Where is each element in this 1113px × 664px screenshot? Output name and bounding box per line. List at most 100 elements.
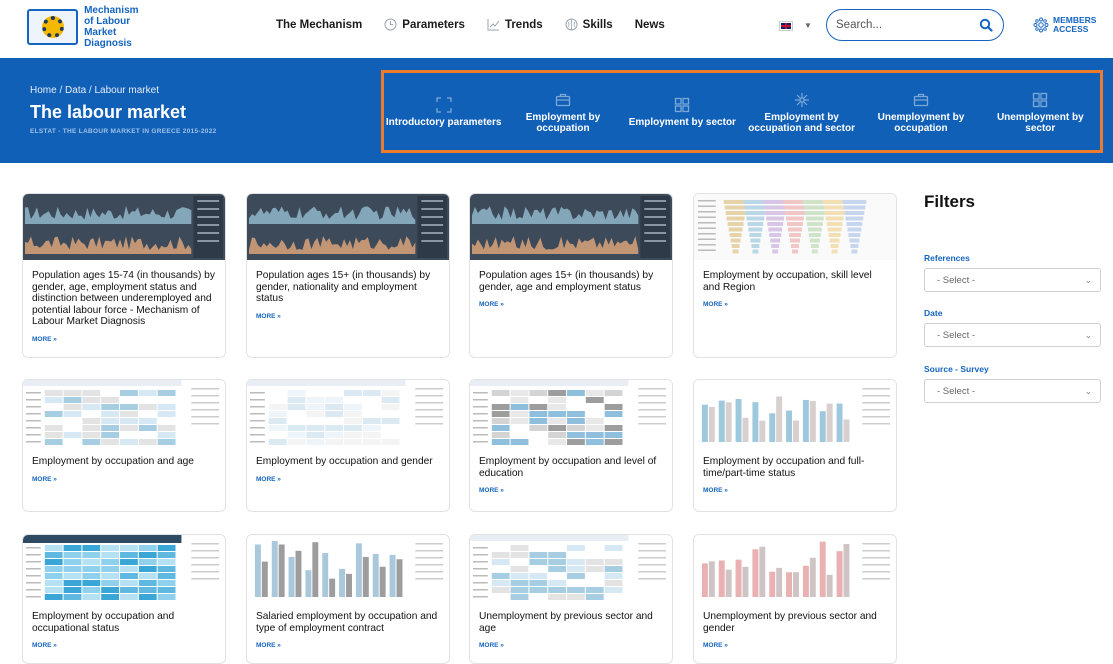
card-title: Employment by occupation and level of ed… [479,456,657,479]
references-select[interactable]: - Select - ⌄ [924,268,1101,292]
search-icon[interactable] [979,18,993,32]
category-label: Employment by sector [628,117,736,128]
more-link[interactable]: MORE » [247,634,449,649]
expand-icon [436,97,452,113]
thumbnail [694,194,896,260]
page-subtitle: ELSTAT - THE LABOUR MARKET IN GREECE 201… [30,128,217,135]
search-input[interactable] [836,19,979,31]
briefcase-icon [913,93,929,106]
more-link[interactable]: MORE » [470,634,672,649]
more-link[interactable]: MORE » [694,479,896,494]
category-label: Introductory parameters [385,117,502,128]
breadcrumb-home[interactable]: Home [30,85,57,96]
category-label: Unemployment by occupation [877,111,965,134]
more-link[interactable]: MORE » [694,634,896,649]
card-title: Employment by occupation and age [32,456,194,467]
thumbnail [23,194,225,260]
clock-icon [384,18,397,31]
nav-label: Trends [504,18,543,31]
nav-label: News [634,18,665,31]
thumbnail [470,380,672,446]
category-label: Employment by occupation [525,111,601,134]
site-logo[interactable]: Mechanism of Labour Market Diagnosis [27,4,162,50]
site-header: Mechanism of Labour Market Diagnosis The… [0,0,1113,56]
nav-label: The Mechanism [276,18,363,31]
members-access-button[interactable]: MEMBERS ACCESS [1033,16,1096,34]
filter-label-source-survey: Source - Survey [924,364,989,374]
breadcrumb: Home / Data / Labour market [30,85,159,96]
chevron-down-icon: ⌄ [1084,385,1092,396]
category-employment-by-sector[interactable]: Employment by sector [623,95,742,128]
thumbnail [470,194,672,260]
dataset-card[interactable]: Employment by occupation, skill level an… [693,193,897,358]
uk-flag-icon [779,20,793,31]
card-title: Employment by occupation, skill level an… [703,270,872,293]
category-unemployment-by-occupation[interactable]: Unemployment by occupation [861,90,980,134]
category-introductory-parameters[interactable]: Introductory parameters [384,95,503,128]
dataset-card[interactable]: Population ages 15-74 (in thousands) by … [22,193,226,358]
card-title: Salaried employment by occupation and ty… [256,611,438,634]
trend-icon [487,18,500,31]
breadcrumb-data[interactable]: Data [65,85,86,96]
grid-icon [675,97,690,113]
more-link[interactable]: MORE » [694,293,896,308]
select-value: - Select - [937,274,976,286]
dataset-card[interactable]: Employment by occupation and gender MORE… [246,379,450,512]
dataset-card[interactable]: Unemployment by previous sector and gend… [693,534,897,664]
network-icon [794,92,809,107]
more-link[interactable]: MORE » [23,634,225,649]
card-title: Employment by occupation and full-time/p… [703,456,865,479]
select-value: - Select - [937,329,976,341]
brain-icon [565,18,578,31]
dataset-card[interactable]: Unemployment by previous sector and age … [469,534,673,664]
more-link[interactable]: MORE » [23,468,225,483]
card-title: Employment by occupation and occupationa… [32,611,175,634]
dataset-card[interactable]: Salaried employment by occupation and ty… [246,534,450,664]
more-link[interactable]: MORE » [247,305,449,320]
dataset-card[interactable]: Population ages 15+ (in thousands) by ge… [246,193,450,358]
more-link[interactable]: MORE » [470,293,672,308]
source-survey-select[interactable]: - Select - ⌄ [924,379,1101,403]
category-employment-by-occupation[interactable]: Employment by occupation [503,90,622,134]
members-line: ACCESS [1053,24,1089,34]
category-unemployment-by-sector[interactable]: Unemployment by sector [981,90,1100,134]
logo-gear-icon [27,9,79,45]
grid-icon [1033,92,1048,107]
nav-label: Skills [582,18,613,31]
search-box [826,9,1004,41]
nav-trends[interactable]: Trends [487,18,543,31]
nav-skills[interactable]: Skills [565,18,613,31]
language-selector[interactable]: ▼ [779,20,812,31]
more-link[interactable]: MORE » [470,479,672,494]
category-employment-by-occupation-and-sector[interactable]: Employment by occupation and sector [742,90,861,134]
logo-text: Mechanism of Labour Market Diagnosis [84,5,162,49]
filter-label-date: Date [924,308,943,318]
thumbnail [247,194,449,260]
dataset-card[interactable]: Employment by occupation and full-time/p… [693,379,897,512]
more-link[interactable]: MORE » [23,328,225,343]
members-label: MEMBERS ACCESS [1053,16,1096,34]
card-title: Unemployment by previous sector and gend… [703,611,877,634]
dataset-card[interactable]: Population ages 15+ (in thousands) by ge… [469,193,673,358]
nav-mechanism[interactable]: The Mechanism [276,19,362,31]
chevron-down-icon: ⌄ [1084,329,1092,340]
dataset-card[interactable]: Employment by occupation and age MORE » [22,379,226,512]
logo-line: Market Diagnosis [84,27,132,49]
select-value: - Select - [937,385,976,397]
dataset-card[interactable]: Employment by occupation and occupationa… [22,534,226,664]
thumbnail [23,380,225,446]
thumbnail [247,380,449,446]
category-label: Employment by occupation and sector [748,111,855,134]
filter-label-references: References [924,253,970,263]
nav-news[interactable]: News [635,19,665,31]
thumbnail [247,535,449,601]
thumbnail [470,535,672,601]
nav-parameters[interactable]: Parameters [384,18,465,31]
filters-title: Filters [924,192,976,211]
more-link[interactable]: MORE » [247,468,449,483]
dataset-card[interactable]: Employment by occupation and level of ed… [469,379,673,512]
breadcrumb-current: Labour market [94,85,159,96]
date-select[interactable]: - Select - ⌄ [924,323,1101,347]
page-banner: Home / Data / Labour market The labour m… [0,58,1113,163]
thumbnail [23,535,225,601]
